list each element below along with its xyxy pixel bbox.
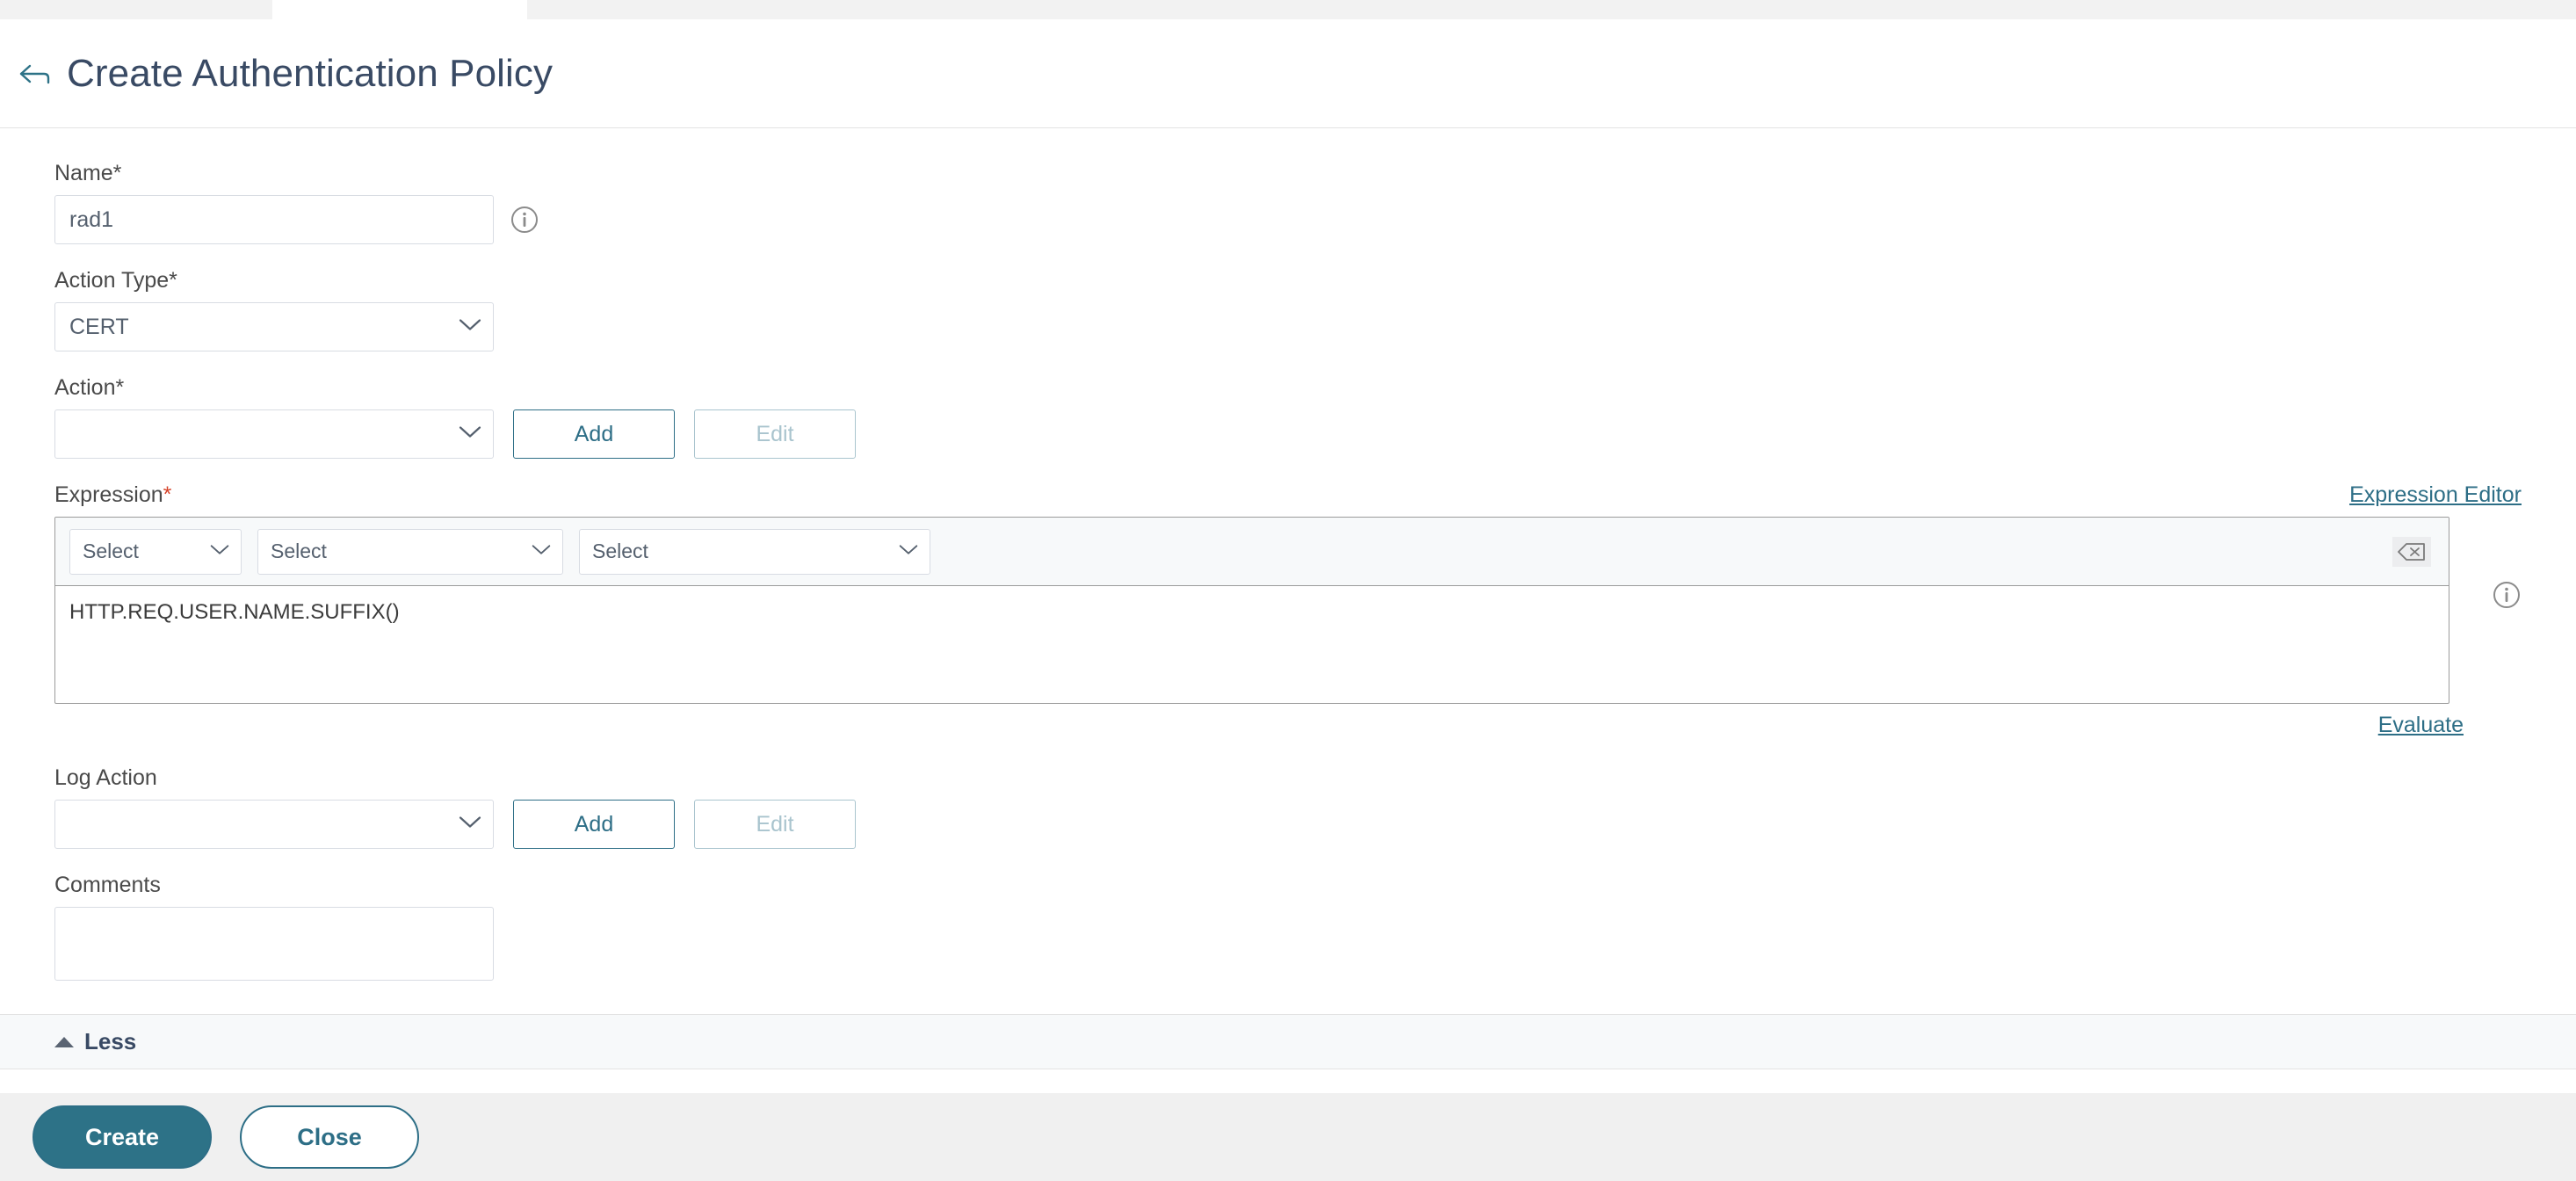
less-toggle[interactable]: Less — [0, 1015, 2576, 1069]
action-row: Action* Add Edit — [54, 374, 2576, 459]
expression-label-text: Expression — [54, 482, 163, 507]
expression-select-3[interactable]: Select — [579, 528, 930, 575]
action-type-row: Action Type* CERT — [54, 267, 2576, 351]
less-label: Less — [84, 1028, 137, 1054]
expression-select-3-value[interactable]: Select — [579, 528, 930, 575]
active-tab[interactable] — [272, 0, 527, 19]
create-button[interactable]: Create — [33, 1105, 212, 1169]
expression-select-1[interactable]: Select — [69, 528, 242, 575]
action-select-value[interactable] — [54, 409, 494, 459]
log-action-select-value[interactable] — [54, 800, 494, 849]
caret-up-icon — [54, 1036, 74, 1047]
name-label: Name* — [54, 161, 122, 185]
backspace-icon[interactable] — [2392, 536, 2431, 567]
expression-editor-link[interactable]: Expression Editor — [2349, 482, 2522, 508]
dialog-footer: Create Close — [0, 1069, 2576, 1181]
comments-label: Comments — [54, 873, 161, 897]
expression-select-2-value[interactable]: Select — [257, 528, 563, 575]
action-label: Action* — [54, 375, 125, 400]
log-action-row: Log Action Add Edit — [54, 764, 2576, 849]
page-title: Create Authentication Policy — [67, 51, 554, 95]
name-field-row: Name* — [54, 160, 2576, 244]
expression-required-mark: * — [163, 482, 172, 507]
expression-builder: Select Select Select HTTP.REQ.USER.NAME.… — [54, 517, 2449, 704]
action-type-select[interactable]: CERT — [54, 302, 494, 351]
comments-row: Comments — [54, 872, 2576, 985]
expression-textarea[interactable] — [55, 586, 2449, 699]
close-button[interactable]: Close — [240, 1105, 419, 1169]
action-select[interactable] — [54, 409, 494, 459]
log-action-add-button[interactable]: Add — [513, 800, 675, 849]
form-panel: Name* Action Type* CERT — [0, 127, 2576, 1015]
action-type-select-value[interactable]: CERT — [54, 302, 494, 351]
expression-info-icon[interactable] — [2492, 580, 2522, 610]
expression-select-2[interactable]: Select — [257, 528, 563, 575]
expression-row: Expression* Expression Editor Select Sel… — [54, 482, 2576, 738]
back-arrow-icon[interactable] — [16, 54, 54, 93]
action-type-label: Action Type* — [54, 268, 177, 293]
log-action-edit-button[interactable]: Edit — [694, 800, 856, 849]
evaluate-link[interactable]: Evaluate — [2378, 713, 2464, 738]
page-header: Create Authentication Policy — [0, 19, 2576, 127]
action-edit-button[interactable]: Edit — [694, 409, 856, 459]
name-input[interactable] — [54, 195, 494, 244]
browser-tab-strip — [0, 0, 2576, 19]
comments-textarea[interactable] — [54, 907, 494, 981]
log-action-select[interactable] — [54, 800, 494, 849]
name-info-icon[interactable] — [510, 205, 539, 235]
expression-toolbar: Select Select Select — [55, 518, 2449, 586]
log-action-label: Log Action — [54, 765, 157, 790]
expression-label: Expression* — [54, 482, 171, 508]
action-add-button[interactable]: Add — [513, 409, 675, 459]
expression-select-1-value[interactable]: Select — [69, 528, 242, 575]
